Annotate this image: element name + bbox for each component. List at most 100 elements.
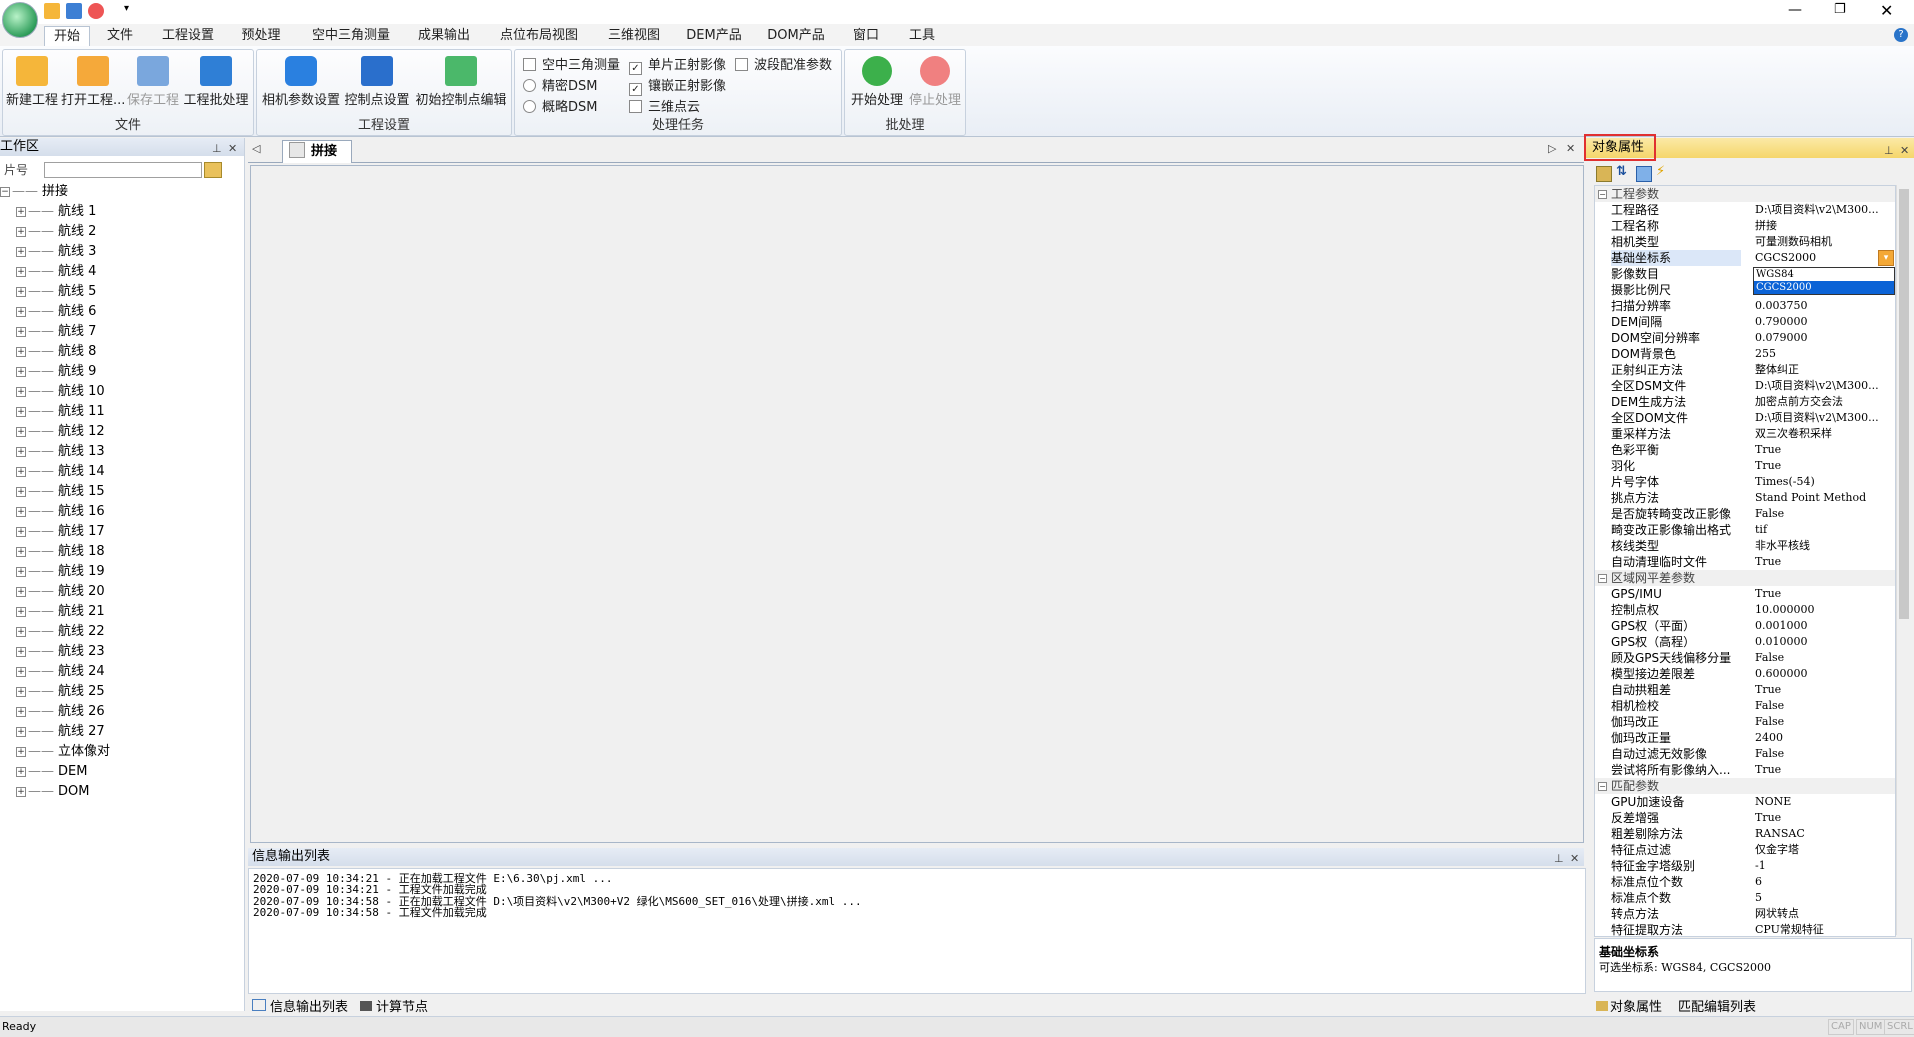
property-value[interactable]: True — [1755, 682, 1895, 698]
property-value[interactable]: True — [1755, 442, 1895, 458]
property-row[interactable]: 相机检校 False — [1595, 698, 1895, 714]
tree-item[interactable]: + —— 航线 17 — [16, 522, 105, 542]
property-value[interactable]: 0.600000 — [1755, 666, 1895, 682]
tree-item[interactable]: + —— DEM — [16, 762, 87, 782]
tree-item[interactable]: + —— 航线 10 — [16, 382, 105, 402]
tab-tools[interactable]: 工具 — [902, 26, 942, 46]
property-row[interactable]: GPS/IMU True — [1595, 586, 1895, 602]
expand-icon[interactable]: + — [16, 447, 26, 457]
property-value[interactable]: 6 — [1755, 874, 1895, 890]
property-row[interactable]: 羽化 True — [1595, 458, 1895, 474]
aerial-triangulation-checkbox[interactable]: 空中三角测量 — [523, 54, 620, 73]
property-value[interactable]: D:\项目资料\v2\M300... — [1755, 202, 1895, 218]
tab-aerial-triangulation[interactable]: 空中三角测量 — [306, 26, 396, 46]
close-icon[interactable]: ✕ — [1880, 1, 1893, 20]
tree-item[interactable]: + —— 航线 1 — [16, 202, 96, 222]
property-row[interactable]: 特征提取方法 CPU常规特征 — [1595, 922, 1895, 936]
property-row[interactable]: 模型接边差限差 0.600000 — [1595, 666, 1895, 682]
expand-icon[interactable]: + — [16, 307, 26, 317]
property-value[interactable]: True — [1755, 586, 1895, 602]
property-row[interactable]: 全区DSM文件 D:\项目资料\v2\M300... — [1595, 378, 1895, 394]
help-icon[interactable]: ? — [1894, 28, 1908, 42]
property-row[interactable]: 正射纠正方法 整体纠正 — [1595, 362, 1895, 378]
property-value[interactable]: False — [1755, 698, 1895, 714]
expand-icon[interactable]: + — [16, 687, 26, 697]
expand-icon[interactable]: + — [16, 647, 26, 657]
tree-item[interactable]: + —— 航线 24 — [16, 662, 105, 682]
dropdown-option[interactable]: WGS84 — [1754, 268, 1894, 281]
open-folder-icon[interactable] — [44, 3, 60, 19]
tab-window[interactable]: 窗口 — [846, 26, 886, 46]
property-value[interactable]: 0.079000 — [1755, 330, 1895, 346]
tab-project-settings[interactable]: 工程设置 — [158, 26, 218, 46]
property-category[interactable]: − 区域网平差参数 — [1595, 570, 1895, 586]
expand-icon[interactable]: + — [16, 727, 26, 737]
property-row[interactable]: 片号字体 Times(-54) — [1595, 474, 1895, 490]
sort-az-icon[interactable]: ⇅ — [1616, 164, 1627, 179]
collapse-icon[interactable]: − — [1598, 190, 1607, 199]
quick-access-chevron-icon[interactable]: ▾ — [124, 3, 129, 14]
tree-item[interactable]: + —— 航线 6 — [16, 302, 96, 322]
initial-control-edit-button[interactable]: 初始控制点编辑 — [413, 56, 509, 108]
tab-output[interactable]: 成果输出 — [414, 26, 474, 46]
property-value[interactable]: True — [1755, 810, 1895, 826]
expand-icon[interactable]: + — [16, 587, 26, 597]
property-value[interactable]: 0.003750 — [1755, 298, 1895, 314]
property-value[interactable]: D:\项目资料\v2\M300... — [1755, 378, 1895, 394]
tree-item[interactable]: + —— DOM — [16, 782, 89, 802]
start-processing-button[interactable]: 开始处理 — [849, 56, 905, 108]
expand-icon[interactable]: + — [16, 227, 26, 237]
expand-icon[interactable]: + — [16, 507, 26, 517]
property-row[interactable]: 畸变改正影像输出格式 tif — [1595, 522, 1895, 538]
property-value[interactable]: True — [1755, 458, 1895, 474]
property-value[interactable]: 网状转点 — [1755, 906, 1895, 922]
property-row[interactable]: 工程路径 D:\项目资料\v2\M300... — [1595, 202, 1895, 218]
property-row[interactable]: 基础坐标系 CGCS2000 — [1595, 250, 1895, 266]
property-value[interactable]: 0.001000 — [1755, 618, 1895, 634]
tree-item[interactable]: + —— 航线 9 — [16, 362, 96, 382]
property-row[interactable]: 顾及GPS天线偏移分量 False — [1595, 650, 1895, 666]
tree-item[interactable]: + —— 航线 11 — [16, 402, 105, 422]
property-row[interactable]: 控制点权 10.000000 — [1595, 602, 1895, 618]
property-row[interactable]: 转点方法 网状转点 — [1595, 906, 1895, 922]
property-category[interactable]: − 工程参数 — [1595, 186, 1895, 202]
pin-icon[interactable]: ⊥ — [1554, 850, 1564, 868]
property-row[interactable]: 工程名称 拼接 — [1595, 218, 1895, 234]
scroll-right-icon[interactable]: ▷ — [1548, 142, 1556, 155]
property-row[interactable]: DOM背景色 255 — [1595, 346, 1895, 362]
tree-item[interactable]: + —— 航线 26 — [16, 702, 105, 722]
property-value[interactable]: tif — [1755, 522, 1895, 538]
property-value[interactable]: 拼接 — [1755, 218, 1895, 234]
property-value[interactable]: 非水平核线 — [1755, 538, 1895, 554]
tree-item[interactable]: + —— 航线 20 — [16, 582, 105, 602]
tab-compute-nodes[interactable]: 计算节点 — [360, 996, 428, 1015]
tree-item[interactable]: + —— 航线 27 — [16, 722, 105, 742]
property-row[interactable]: 自动清理临时文件 True — [1595, 554, 1895, 570]
property-row[interactable]: 全区DOM文件 D:\项目资料\v2\M300... — [1595, 410, 1895, 426]
property-pages-icon[interactable] — [1636, 166, 1652, 182]
stop-processing-button[interactable]: 停止处理 — [907, 56, 963, 108]
expand-icon[interactable]: + — [16, 347, 26, 357]
collapse-icon[interactable]: − — [0, 187, 10, 197]
close-panel-icon[interactable]: ✕ — [1570, 850, 1579, 868]
tree-item[interactable]: + —— 航线 21 — [16, 602, 105, 622]
property-value[interactable]: CPU常规特征 — [1755, 922, 1895, 936]
property-value[interactable]: CGCS2000 — [1755, 250, 1895, 266]
expand-icon[interactable]: + — [16, 607, 26, 617]
property-value[interactable]: 2400 — [1755, 730, 1895, 746]
property-value[interactable]: False — [1755, 746, 1895, 762]
batch-project-button[interactable]: 工程批处理 — [183, 56, 249, 108]
new-project-button[interactable]: 新建工程 — [5, 56, 59, 108]
coordinate-dropdown-list[interactable]: WGS84 CGCS2000 — [1753, 267, 1895, 295]
tree-item[interactable]: + —— 航线 19 — [16, 562, 105, 582]
property-value[interactable]: False — [1755, 714, 1895, 730]
tree-item[interactable]: + —— 航线 14 — [16, 462, 105, 482]
tab-object-properties[interactable]: 对象属性 — [1596, 996, 1662, 1015]
tree-item[interactable]: + —— 航线 12 — [16, 422, 105, 442]
expand-icon[interactable]: + — [16, 267, 26, 277]
property-value[interactable]: Stand Point Method — [1755, 490, 1895, 506]
tree-item[interactable]: + —— 航线 15 — [16, 482, 105, 502]
expand-icon[interactable]: + — [16, 367, 26, 377]
tile-search-input[interactable] — [44, 162, 202, 178]
property-row[interactable]: 伽玛改正量 2400 — [1595, 730, 1895, 746]
